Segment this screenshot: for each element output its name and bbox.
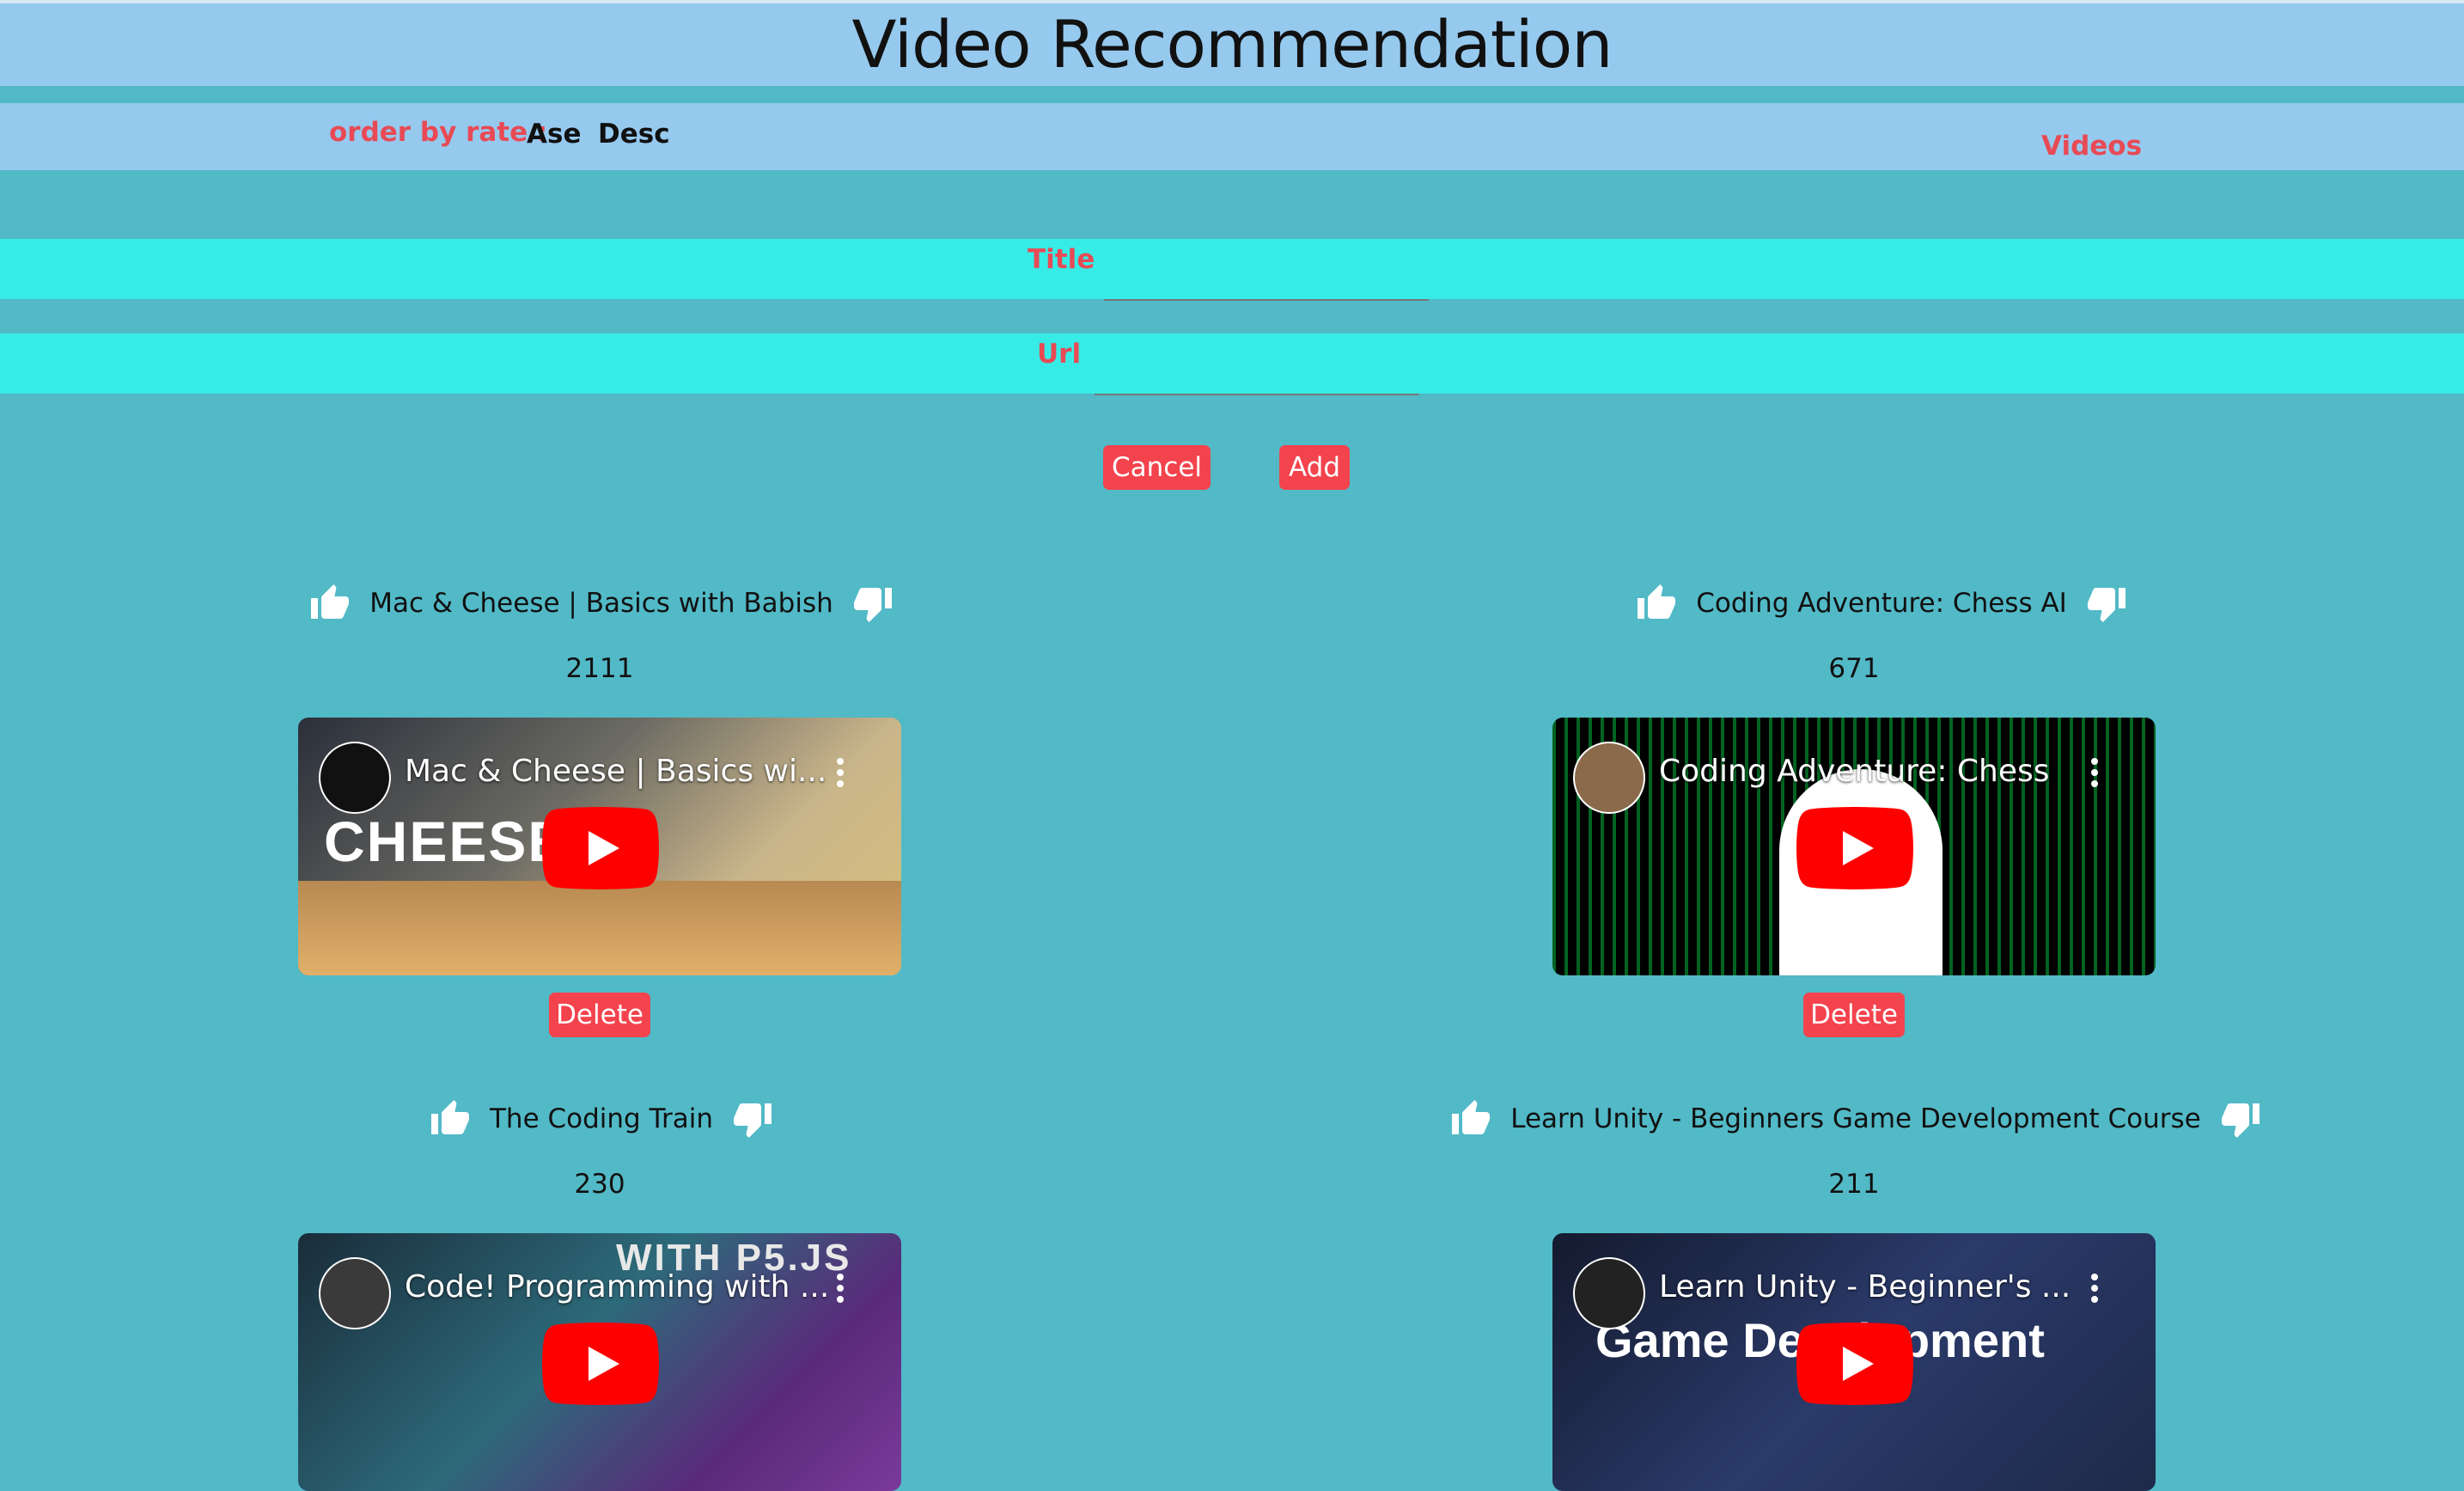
video-player[interactable]: Game Development Learn Unity - Beginner'… [1552, 1233, 2156, 1491]
player-title: Code! Programming with ... [405, 1269, 830, 1305]
videos-link[interactable]: Videos [2041, 131, 2142, 162]
video-rating: 230 [574, 1169, 625, 1200]
delete-button[interactable]: Delete [1803, 993, 1905, 1037]
order-asc-button[interactable]: Ase [527, 119, 581, 150]
thumbs-down-icon[interactable] [2086, 583, 2127, 624]
video-player[interactable]: WITH P5.JS Code! Programming with ... [298, 1233, 901, 1491]
page-title: Video Recommendation [851, 6, 1613, 82]
video-title: The Coding Train [490, 1103, 713, 1134]
youtube-play-icon[interactable] [1796, 807, 1913, 889]
player-title: Coding Adventure: Chess [1659, 754, 2050, 789]
video-card-header: Coding Adventure: Chess AI [1529, 577, 2234, 629]
player-title: Learn Unity - Beginner's ... [1659, 1269, 2071, 1305]
title-input[interactable] [1104, 253, 1429, 301]
order-desc-button[interactable]: Desc [598, 119, 670, 150]
channel-avatar [319, 742, 391, 814]
kebab-menu-icon[interactable] [836, 1273, 845, 1304]
cancel-button[interactable]: Cancel [1103, 445, 1211, 490]
player-title: Mac & Cheese | Basics wi... [405, 754, 827, 789]
video-title: Coding Adventure: Chess AI [1696, 588, 2067, 619]
channel-avatar [319, 1257, 391, 1329]
thumbs-down-icon[interactable] [852, 583, 894, 624]
video-rating: 2111 [565, 653, 634, 684]
url-label: Url [1037, 339, 1082, 370]
thumbnail-image [298, 881, 901, 975]
youtube-play-icon[interactable] [1796, 1323, 1913, 1405]
kebab-menu-icon[interactable] [836, 757, 845, 788]
thumbnail-text: CHEESE [324, 810, 568, 873]
order-by-rate-label: order by rate : [329, 117, 548, 148]
channel-avatar [1573, 742, 1645, 814]
video-rating: 211 [1828, 1169, 1880, 1200]
title-label: Title [1028, 244, 1095, 275]
video-player[interactable]: CHEESE Mac & Cheese | Basics wi... [298, 718, 901, 975]
kebab-menu-icon[interactable] [2090, 757, 2099, 788]
video-title: Mac & Cheese | Basics with Babish [369, 588, 833, 619]
thumbs-down-icon[interactable] [2220, 1098, 2261, 1140]
channel-avatar [1573, 1257, 1645, 1329]
thumbs-up-icon[interactable] [1450, 1098, 1491, 1140]
youtube-play-icon[interactable] [542, 807, 659, 889]
video-rating: 671 [1828, 653, 1880, 684]
thumbs-up-icon[interactable] [1636, 583, 1677, 624]
video-title: Learn Unity - Beginners Game Development… [1510, 1103, 2201, 1134]
thumbs-up-icon[interactable] [430, 1098, 471, 1140]
add-button[interactable]: Add [1279, 445, 1350, 490]
url-input[interactable] [1095, 347, 1419, 395]
youtube-play-icon[interactable] [542, 1323, 659, 1405]
video-card-header: The Coding Train [361, 1093, 842, 1145]
thumbs-up-icon[interactable] [309, 583, 351, 624]
video-card-header: Learn Unity - Beginners Game Development… [1426, 1093, 2285, 1145]
delete-button[interactable]: Delete [549, 993, 650, 1037]
video-card-header: Mac & Cheese | Basics with Babish [275, 577, 928, 629]
kebab-menu-icon[interactable] [2090, 1273, 2099, 1304]
thumbs-down-icon[interactable] [732, 1098, 773, 1140]
video-player[interactable]: Coding Adventure: Chess [1552, 718, 2156, 975]
